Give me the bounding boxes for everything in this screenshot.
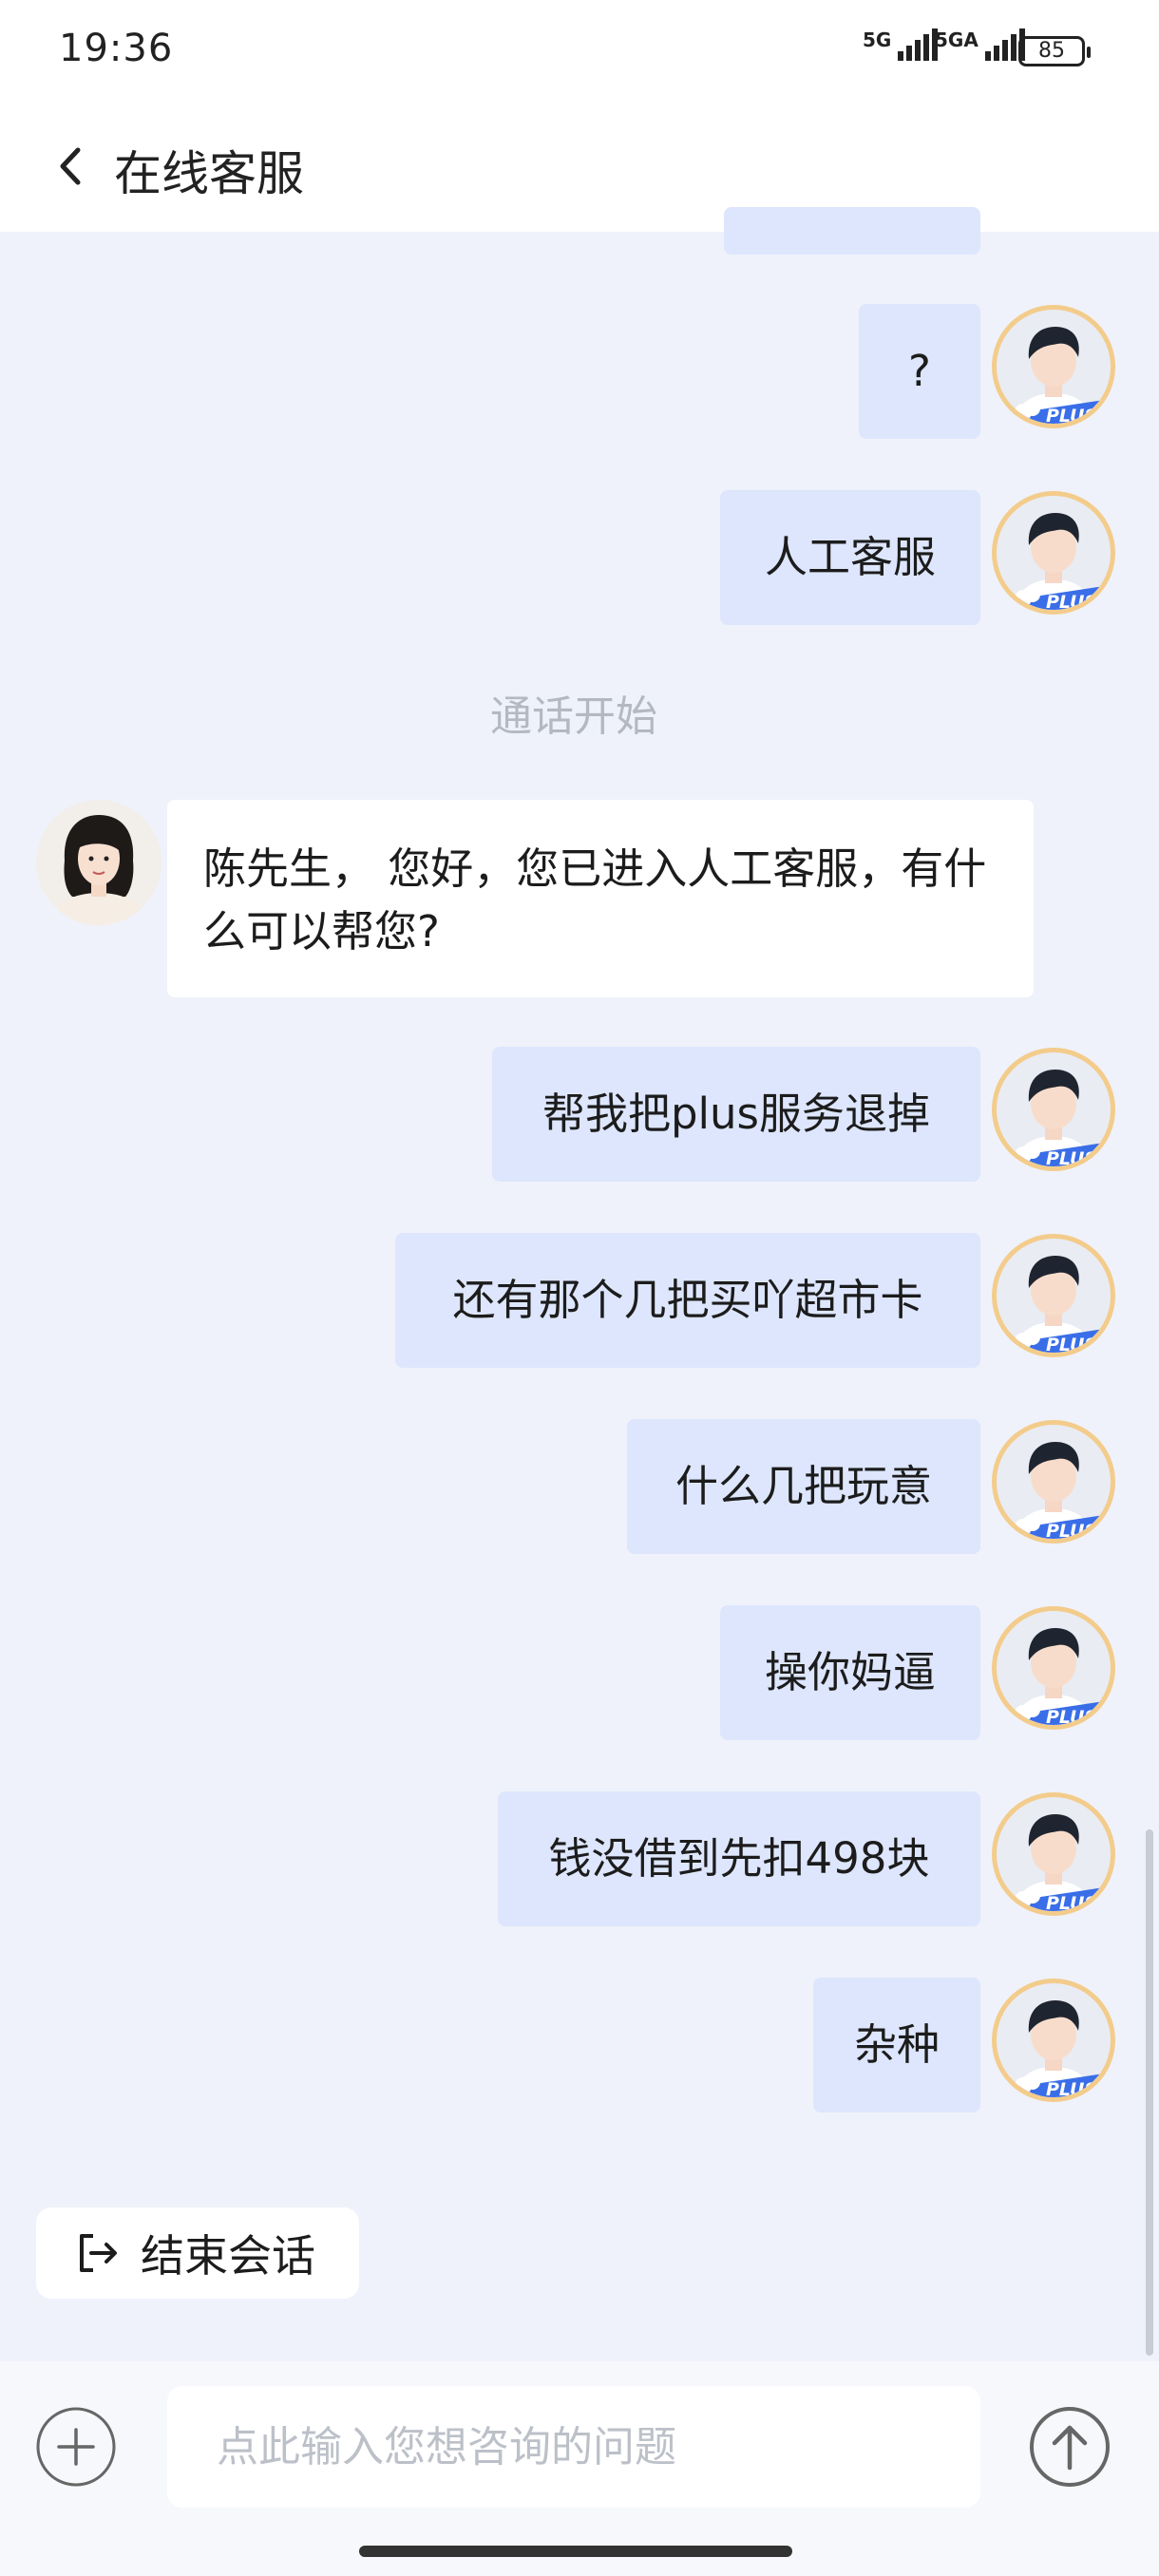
user-avatar[interactable]: PLUS [991, 1233, 1116, 1358]
user-avatar[interactable]: PLUS [991, 1978, 1116, 2103]
home-indicator[interactable] [359, 2546, 792, 2557]
user-message-bubble: 帮我把plus服务退掉 [492, 1047, 980, 1182]
page-title: 在线客服 [114, 146, 304, 201]
user-avatar[interactable]: PLUS [991, 1047, 1116, 1172]
battery-level: 85 [1038, 39, 1065, 63]
user-message-bubble: 钱没借到先扣498块 [498, 1791, 980, 1926]
exit-icon [80, 2234, 117, 2272]
signal-5g-icon: 5G [863, 28, 939, 61]
user-message-bubble: 杂种 [813, 1978, 980, 2112]
user-avatar[interactable]: PLUS [991, 1791, 1116, 1917]
end-conversation-label: 结束会话 [141, 2230, 315, 2282]
message-bubble-partial [724, 207, 980, 255]
call-started-notice: 通话开始 [490, 692, 657, 741]
agent-avatar[interactable] [36, 800, 162, 925]
signal-5ga-icon: 5GA [935, 28, 1025, 61]
message-input[interactable] [167, 2386, 980, 2508]
user-message-bubble: 还有那个几把买吖超市卡 [395, 1233, 980, 1368]
status-time: 19:36 [59, 27, 174, 70]
user-message-bubble: 人工客服 [720, 490, 980, 625]
battery-icon: 85 [1018, 36, 1091, 66]
user-avatar[interactable]: PLUS [991, 1605, 1116, 1731]
user-avatar[interactable]: PLUS [991, 490, 1116, 616]
composer-bar [0, 2361, 1159, 2576]
send-button[interactable] [1028, 2405, 1112, 2489]
chat-screen: 19:36 5G 5GA 85 在线客服 ? PLUS 人工客服 PLUS 通话… [0, 0, 1159, 2576]
user-avatar[interactable]: PLUS [991, 304, 1116, 429]
user-avatar[interactable]: PLUS [991, 1419, 1116, 1544]
add-attachment-button[interactable] [34, 2405, 118, 2489]
top-bar: 19:36 5G 5GA 85 在线客服 [0, 0, 1159, 232]
user-message-bubble: 什么几把玩意 [627, 1419, 980, 1554]
user-message-bubble: ? [859, 304, 980, 439]
back-arrow-icon[interactable] [48, 133, 95, 199]
agent-message-bubble: 陈先生， 您好，您已进入人工客服，有什么可以帮您? [167, 800, 1034, 997]
scrollbar[interactable] [1146, 1829, 1153, 2356]
end-conversation-button[interactable]: 结束会话 [36, 2207, 359, 2299]
user-message-bubble: 操你妈逼 [720, 1605, 980, 1740]
